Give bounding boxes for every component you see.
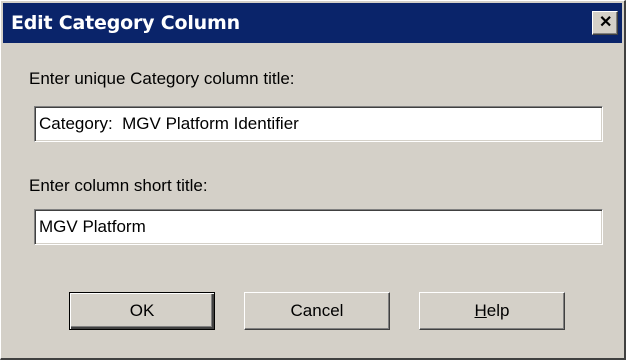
column-title-field[interactable]	[34, 106, 603, 142]
cancel-button[interactable]: Cancel	[244, 292, 390, 330]
edit-category-column-dialog: Edit Category Column ✕ Enter unique Cate…	[0, 0, 626, 360]
short-title-field[interactable]	[34, 209, 603, 245]
help-button[interactable]: Help	[419, 292, 565, 330]
column-title-label: Enter unique Category column title:	[29, 69, 295, 88]
title-bar[interactable]: Edit Category Column ✕	[3, 3, 622, 43]
help-accelerator: H	[474, 301, 487, 320]
close-icon: ✕	[599, 14, 613, 31]
short-title-label: Enter column short title:	[29, 176, 208, 195]
close-button[interactable]: ✕	[592, 11, 618, 35]
help-label-rest: elp	[486, 301, 510, 320]
column-title-input[interactable]	[39, 110, 598, 138]
dialog-title: Edit Category Column	[11, 12, 240, 34]
ok-button[interactable]: OK	[69, 292, 215, 330]
short-title-input[interactable]	[39, 213, 598, 241]
